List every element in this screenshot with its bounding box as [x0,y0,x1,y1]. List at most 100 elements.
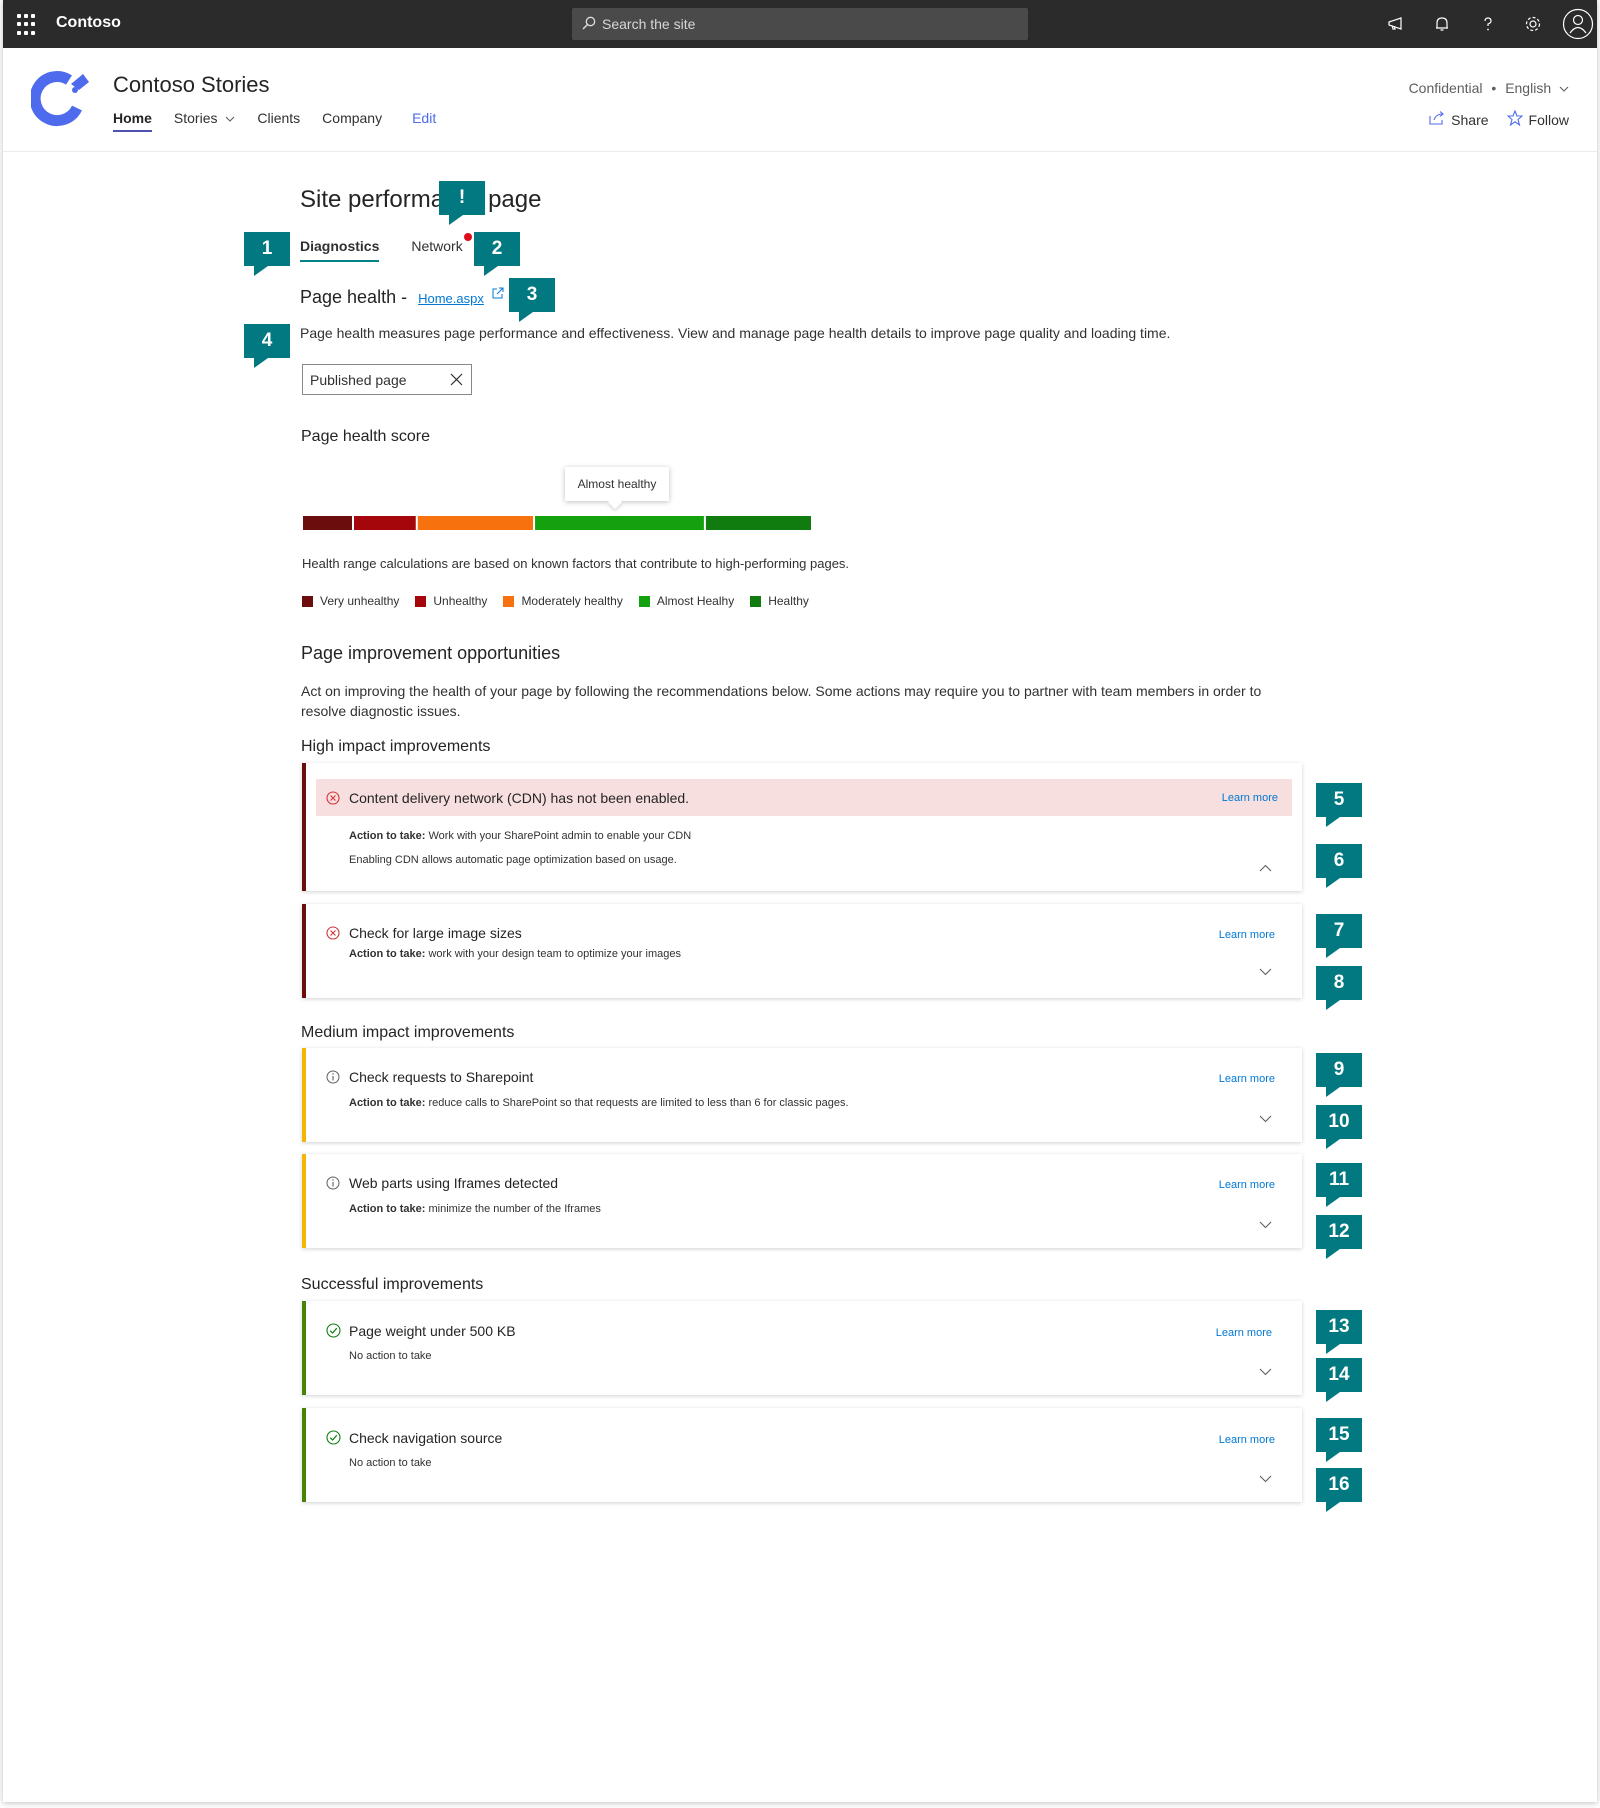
action-label: Action to take: [349,1203,426,1215]
callout-11: 11 [1316,1163,1362,1207]
chevron-down-icon[interactable] [1259,1216,1272,1234]
published-page-filter[interactable]: Published page [302,364,472,395]
site-header: Contoso Stories Home Stories Clients Com… [3,48,1597,152]
improvement-card-images[interactable]: Check for large image sizes Learn more A… [302,904,1302,998]
improvement-card-requests[interactable]: Check requests to Sharepoint Learn more … [302,1048,1302,1142]
action-label: Action to take: [349,948,426,960]
learn-more-link[interactable]: Learn more [1216,1327,1272,1339]
page-health-description: Page health measures page performance an… [300,325,1171,341]
callout-3: 3 [509,278,555,322]
chevron-down-icon[interactable] [1259,1470,1272,1488]
learn-more-link[interactable]: Learn more [1219,1434,1275,1446]
nav-stories[interactable]: Stories [163,110,246,132]
nav-home[interactable]: Home [113,110,163,132]
chevron-down-icon[interactable] [1259,1110,1272,1128]
improvement-card-navigation[interactable]: Check navigation source Learn more No ac… [302,1408,1302,1502]
nav-clients[interactable]: Clients [246,110,311,132]
improvement-title: Content delivery network (CDN) has not b… [349,790,690,806]
page-title-end: page [488,186,542,213]
chevron-down-icon [221,110,235,126]
legend-swatch [302,595,313,607]
settings-gear-icon[interactable] [1521,12,1545,36]
search-placeholder: Search the site [602,16,696,32]
share-icon [1429,111,1445,128]
tab-network-label: Network [411,238,463,254]
error-circle-icon [326,926,340,945]
improvement-title: Check for large image sizes [349,925,522,941]
app-launcher-icon[interactable] [17,14,39,36]
chevron-down-icon[interactable] [1259,963,1272,981]
range-note: Health range calculations are based on k… [302,556,850,571]
legend-label: Very unhealthy [320,594,400,608]
callout-9: 9 [1316,1053,1362,1097]
learn-more-link[interactable]: Learn more [1219,1179,1275,1191]
check-circle-icon [326,1323,341,1343]
follow-button[interactable]: Follow [1506,109,1569,129]
site-navigation: Home Stories Clients Company Edit [113,110,447,132]
legend-swatch [750,595,762,607]
page-health-heading: Page health - Home.aspx [300,287,504,308]
callout-15: 15 [1316,1418,1362,1462]
star-icon [1506,109,1523,129]
tab-diagnostics[interactable]: Diagnostics [300,238,380,262]
megaphone-icon[interactable] [1384,12,1408,36]
improvement-title: Page weight under 500 KB [349,1323,516,1339]
open-external-icon[interactable] [489,287,504,307]
language-selector[interactable]: English [1505,80,1551,96]
health-segment [354,516,416,530]
improvements-description: Act on improving the health of your page… [301,683,1262,719]
brand-name[interactable]: Contoso [56,14,121,32]
legend-item: Moderately healthy [503,594,623,608]
site-title[interactable]: Contoso Stories [113,72,270,98]
legend-swatch [415,595,427,607]
health-legend: Very unhealthy Unhealthy Moderately heal… [302,594,809,608]
legend-label: Unhealthy [433,594,488,608]
bell-icon[interactable] [1430,12,1454,36]
improvement-card-iframes[interactable]: Web parts using Iframes detected Learn m… [302,1154,1302,1248]
learn-more-link[interactable]: Learn more [1219,929,1275,941]
health-score-tooltip: Almost healthy [565,467,669,501]
improvement-title: Check navigation source [349,1430,503,1446]
improvement-card-page-weight[interactable]: Page weight under 500 KB Learn more No a… [302,1301,1302,1395]
callout-exclamation: ! [439,181,485,225]
chevron-down-icon [1555,80,1569,96]
callout-12: 12 [1316,1215,1362,1259]
info-circle-icon [326,1176,340,1195]
account-avatar-icon[interactable] [1562,8,1594,40]
high-impact-heading: High impact improvements [301,738,491,755]
legend-swatch [638,595,650,607]
page-link[interactable]: Home.aspx [418,291,484,306]
improvements-title: Page improvement opportunities [301,643,561,663]
share-button[interactable]: Share [1429,111,1489,128]
callout-10: 10 [1316,1105,1362,1149]
improvement-card-cdn[interactable]: Content delivery network (CDN) has not b… [302,763,1302,891]
header-actions: Confidential • English Share Follow [1409,80,1569,129]
check-circle-icon [326,1430,341,1450]
callout-7: 7 [1316,914,1362,958]
improvement-detail: Enabling CDN allows automatic page optim… [349,854,677,866]
close-icon[interactable] [450,373,463,389]
separator: • [1491,80,1497,96]
learn-more-link[interactable]: Learn more [1222,792,1278,804]
legend-label: Moderately healthy [521,594,623,608]
tab-network[interactable]: Network [411,233,472,262]
chevron-down-icon[interactable] [1259,1363,1272,1381]
learn-more-link[interactable]: Learn more [1219,1073,1275,1085]
callout-16: 16 [1316,1468,1362,1512]
action-to-take: Action to take: minimize the number of t… [349,1203,601,1215]
help-icon[interactable] [1476,12,1500,36]
medium-impact-heading: Medium impact improvements [301,1024,515,1041]
page-title-start: Site performa [300,186,445,213]
action-to-take: Action to take: reduce calls to SharePoi… [349,1097,849,1109]
search-input[interactable]: Search the site [572,8,1028,40]
health-score-title: Page health score [301,428,430,445]
info-circle-icon [326,1070,340,1089]
improvement-title: Check requests to Sharepoint [349,1069,534,1085]
health-segment [417,516,534,530]
nav-edit-link[interactable]: Edit [401,110,447,132]
callout-14: 14 [1316,1358,1362,1402]
site-logo-icon[interactable] [29,66,93,135]
nav-company[interactable]: Company [311,110,393,132]
chevron-up-icon[interactable] [1259,859,1272,877]
action-text: minimize the number of the Iframes [428,1203,601,1215]
